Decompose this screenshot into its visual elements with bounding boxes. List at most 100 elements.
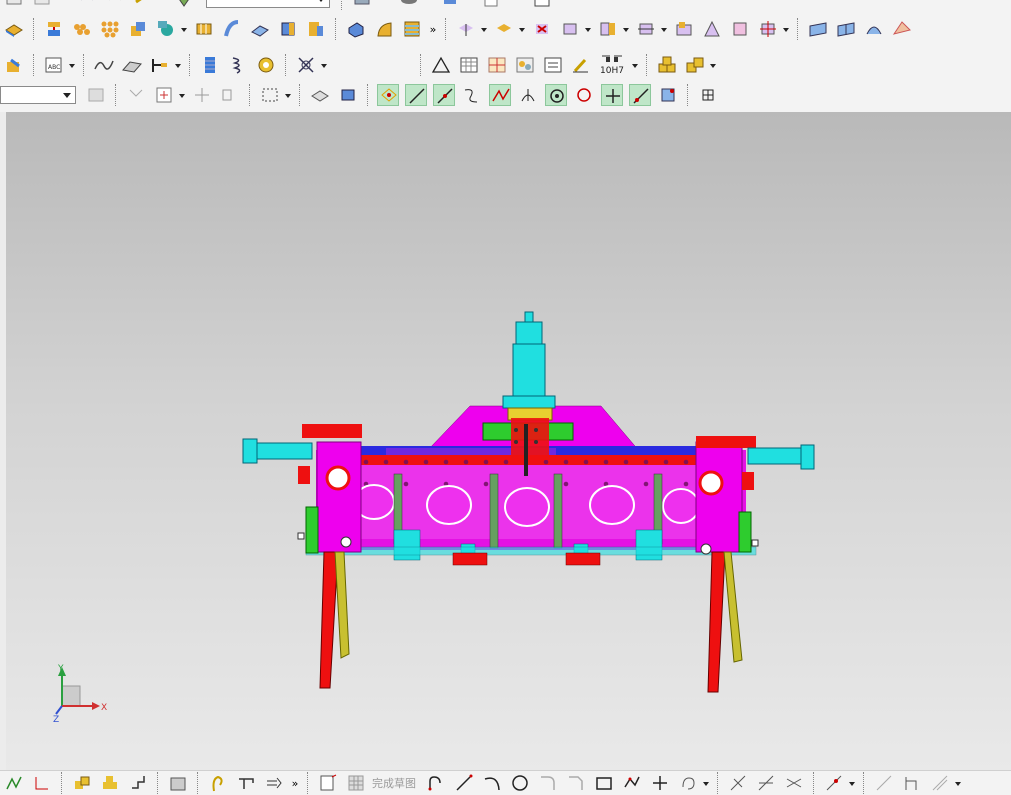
annotation-dropdown[interactable] [68, 54, 76, 76]
n-sided-surface-icon[interactable] [891, 18, 913, 40]
spring-icon[interactable] [199, 54, 221, 76]
point-icon[interactable] [650, 773, 670, 793]
replace-face-icon[interactable] [493, 18, 515, 40]
surface-curve-icon[interactable] [121, 54, 143, 76]
offset-region-icon[interactable] [559, 18, 581, 40]
page-icon[interactable] [480, 0, 502, 10]
tolerance-icon[interactable]: 10H7 [598, 54, 628, 76]
grid-icon[interactable] [346, 773, 366, 793]
sketch-icon[interactable] [318, 773, 338, 793]
offset-dropdown[interactable] [702, 772, 710, 794]
table-icon[interactable] [458, 54, 480, 76]
selection-filter-combo[interactable] [0, 86, 76, 104]
line-icon[interactable] [454, 773, 474, 793]
offset-icon[interactable] [678, 773, 698, 793]
chamfer-icon[interactable] [566, 773, 586, 793]
circle-icon[interactable] [510, 773, 530, 793]
profile-icon[interactable] [426, 773, 446, 793]
midpoint-icon[interactable] [517, 84, 539, 106]
dimension-icon[interactable] [149, 54, 171, 76]
mirror-icon[interactable] [784, 773, 804, 793]
redo-icon[interactable] [104, 0, 126, 10]
dimension-icon[interactable] [874, 773, 894, 793]
ring-icon[interactable] [255, 54, 277, 76]
layer-icon[interactable] [351, 0, 373, 10]
pull-face-icon[interactable] [597, 18, 619, 40]
line-icon[interactable] [405, 84, 427, 106]
pattern-body-icon[interactable] [99, 18, 121, 40]
polygon-icon[interactable] [622, 773, 642, 793]
shell-icon[interactable] [155, 18, 177, 40]
existing-point-icon[interactable] [601, 84, 623, 106]
tangent-icon[interactable] [489, 84, 511, 106]
open-icon[interactable] [3, 0, 25, 10]
feature-stack-icon[interactable] [43, 18, 65, 40]
shaded-icon[interactable] [309, 84, 331, 106]
chevron-more-icon[interactable]: » [288, 777, 302, 790]
coil-icon[interactable] [227, 54, 249, 76]
cube-pair-icon[interactable] [684, 54, 706, 76]
grid-snap-icon[interactable] [697, 84, 719, 106]
selection-icon[interactable] [191, 84, 213, 106]
route-icon[interactable] [264, 773, 284, 793]
more-left-icon[interactable] [4, 773, 24, 793]
replace-dropdown[interactable] [518, 18, 526, 40]
point-icon[interactable] [153, 84, 175, 106]
sweep-icon[interactable] [193, 18, 215, 40]
dimension-dropdown[interactable] [954, 772, 962, 794]
cube-icon[interactable] [439, 0, 461, 10]
graphics-viewport[interactable]: Y X Z [6, 112, 1011, 770]
texture-icon[interactable] [401, 18, 423, 40]
sheet-icon[interactable] [531, 0, 553, 10]
chamfer-icon[interactable] [373, 18, 395, 40]
cube-dropdown[interactable] [709, 54, 717, 76]
note-icon[interactable] [542, 54, 564, 76]
brush-icon[interactable] [132, 0, 154, 10]
offset-face-icon[interactable] [701, 18, 723, 40]
display-icon[interactable] [398, 0, 420, 10]
move-face-dropdown[interactable] [782, 18, 790, 40]
model-3d[interactable] [6, 112, 1011, 770]
rectangle-icon[interactable] [594, 773, 614, 793]
curve-icon[interactable] [93, 54, 115, 76]
component-icon[interactable] [72, 773, 92, 793]
snap-icon[interactable] [125, 84, 147, 106]
wireframe-icon[interactable] [337, 84, 359, 106]
shell-dropdown[interactable] [180, 18, 188, 40]
dimension-dropdown[interactable] [174, 54, 182, 76]
resize-icon[interactable] [635, 18, 657, 40]
tolerance-dropdown[interactable] [631, 54, 639, 76]
pattern-face-icon[interactable] [673, 18, 695, 40]
pull-dropdown[interactable] [622, 18, 630, 40]
curve-point-icon[interactable] [461, 84, 483, 106]
copy-face-icon[interactable] [729, 18, 751, 40]
body-icon[interactable] [305, 18, 327, 40]
on-curve-icon[interactable] [629, 84, 651, 106]
undo-icon[interactable] [76, 0, 98, 10]
assembly-tree-icon[interactable] [32, 773, 52, 793]
finish-sketch-label[interactable]: 完成草图 [372, 775, 416, 791]
view-dropdown[interactable] [284, 84, 292, 106]
constraint-icon[interactable] [902, 773, 922, 793]
part-icon[interactable] [128, 773, 148, 793]
boolean-icon[interactable] [127, 18, 149, 40]
constraint-icon[interactable] [100, 773, 120, 793]
surface-grid-icon[interactable] [807, 18, 829, 40]
intersection-icon[interactable] [433, 84, 455, 106]
arc-icon[interactable] [482, 773, 502, 793]
cube-stack-icon[interactable] [656, 54, 678, 76]
dimension-icon[interactable] [930, 773, 950, 793]
chevron-more-icon[interactable]: » [426, 23, 440, 36]
shield-icon[interactable] [173, 0, 195, 10]
block-icon[interactable] [277, 18, 299, 40]
box-select-icon[interactable] [219, 84, 241, 106]
offset-dropdown[interactable] [584, 18, 592, 40]
save-icon[interactable] [31, 0, 53, 10]
annotation-icon[interactable]: ABC [43, 54, 65, 76]
filter-icon[interactable] [85, 84, 107, 106]
quadrant-icon[interactable] [573, 84, 595, 106]
view-combo[interactable] [206, 0, 330, 8]
move-dropdown[interactable] [480, 18, 488, 40]
gear-icon[interactable] [514, 54, 536, 76]
lasso-icon[interactable] [208, 773, 228, 793]
